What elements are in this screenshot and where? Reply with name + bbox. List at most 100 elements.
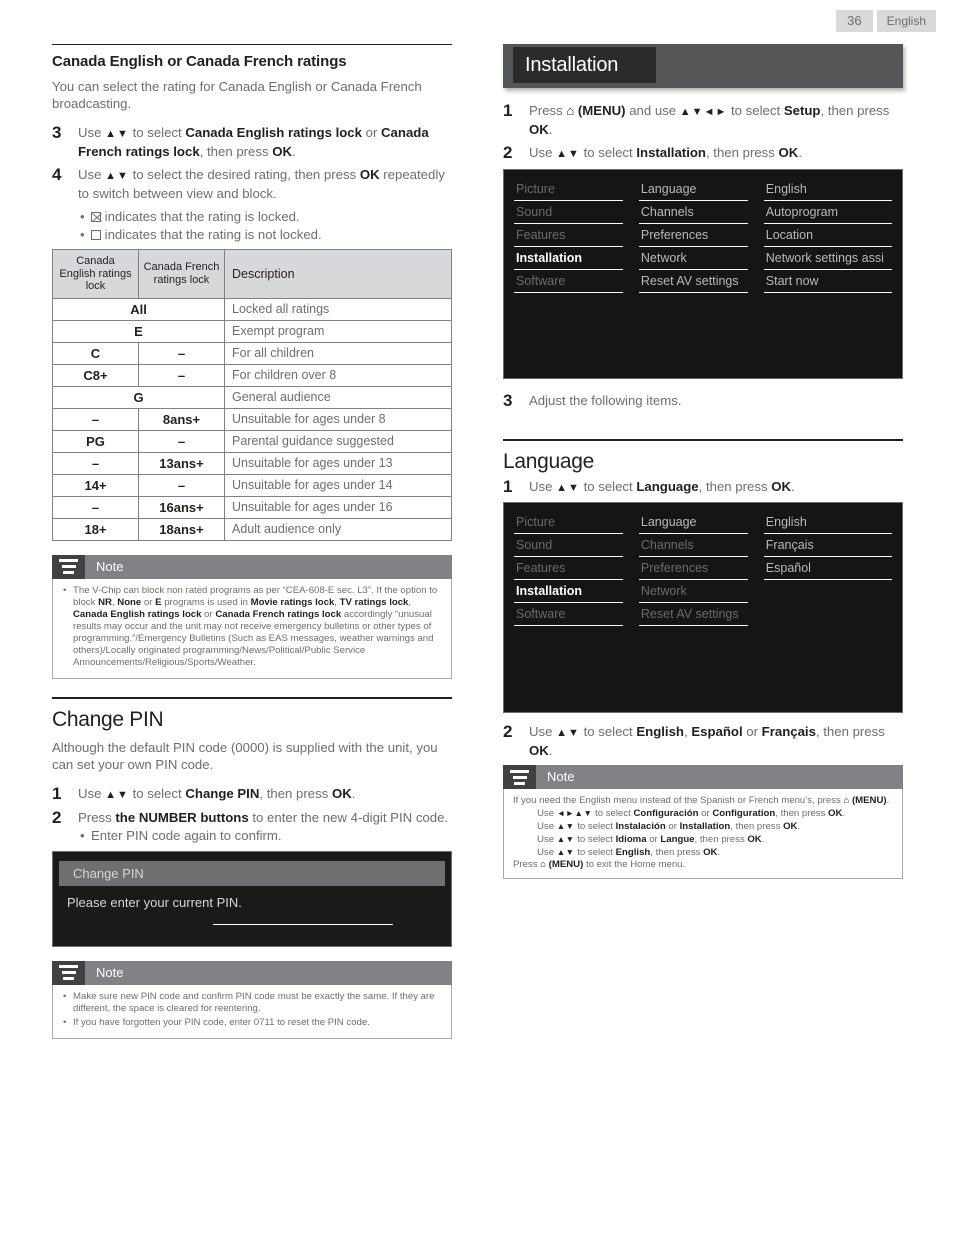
note-line: Use ◄►▲▼ to select Configuración or Conf… bbox=[537, 808, 846, 819]
step-text: Use ▲▼ to select the desired rating, the… bbox=[78, 167, 445, 201]
pin-step-2: 2 Press the NUMBER buttons to enter the … bbox=[52, 808, 452, 827]
note-block-vchip: Note The V-Chip can block non rated prog… bbox=[52, 554, 452, 679]
note-title: Note bbox=[547, 769, 575, 784]
step-4: 4 Use ▲▼ to select the desired rating, t… bbox=[52, 166, 452, 203]
section-intro-canada-ratings: You can select the rating for Canada Eng… bbox=[52, 79, 422, 111]
step-number: 2 bbox=[503, 722, 513, 741]
rating-description: Adult audience only bbox=[224, 517, 452, 541]
rating-code-french: – bbox=[138, 473, 225, 497]
tv-menu-item[interactable]: Features bbox=[514, 224, 623, 247]
table-row: –8ans+ Unsuitable for ages under 8 bbox=[52, 407, 452, 431]
tv-menu-item[interactable]: Preferences bbox=[638, 557, 748, 580]
column-header-french: Canada French ratings lock bbox=[138, 249, 225, 299]
tv-menu-item[interactable]: Sound bbox=[514, 534, 623, 557]
tv-menu-item[interactable]: Software bbox=[514, 603, 623, 626]
divider bbox=[52, 44, 452, 45]
tv-menu-item[interactable]: Network bbox=[638, 247, 748, 270]
tv-menu-item[interactable]: Software bbox=[514, 270, 623, 293]
tv-menu-item[interactable]: Network settings assi bbox=[763, 247, 892, 270]
step-text: Use ▲▼ to select English, Español or Fra… bbox=[529, 724, 885, 758]
tv-menu-item[interactable]: Installation bbox=[514, 580, 623, 603]
banner-title: Installation bbox=[525, 54, 619, 76]
tv-menu-column-1: Picture Sound Features Installation Software bbox=[514, 178, 623, 293]
table-row: 14+ – Unsuitable for ages under 14 bbox=[52, 473, 452, 497]
table-row: E Exempt program bbox=[52, 319, 452, 343]
language-step-2: 2 Use ▲▼ to select English, Español or F… bbox=[503, 723, 903, 760]
tv-menu-item[interactable]: Language bbox=[638, 511, 748, 534]
rating-icon-legend: indicates that the rating is locked. ind… bbox=[78, 208, 452, 244]
step-text: Use ▲▼ to select Installation, then pres… bbox=[529, 145, 802, 160]
step-text: Use ▲▼ to select Canada English ratings … bbox=[78, 125, 429, 159]
tv-menu-item[interactable]: Channels bbox=[638, 201, 748, 224]
tv-menu-item[interactable]: Features bbox=[514, 557, 623, 580]
rating-code-english: PG bbox=[52, 429, 139, 453]
note-line: Use ▲▼ to select Idioma or Langue, then … bbox=[537, 834, 765, 845]
page-language-label: English bbox=[876, 10, 936, 32]
step-text: Press ⌂ (MENU) and use ▲▼◄► to select Se… bbox=[529, 103, 890, 137]
tv-menu-item[interactable]: Reset AV settings bbox=[638, 270, 748, 293]
table-row: All Locked all ratings bbox=[52, 297, 452, 321]
legend-text: indicates that the rating is not locked. bbox=[104, 227, 322, 242]
tv-menu-item[interactable]: English bbox=[763, 511, 892, 534]
table-row: –13ans+ Unsuitable for ages under 13 bbox=[52, 451, 452, 475]
rating-description: Unsuitable for ages under 14 bbox=[224, 473, 452, 497]
step-number: 3 bbox=[503, 391, 513, 410]
rating-description: Exempt program bbox=[224, 319, 452, 343]
pin-substep-item: Enter PIN code again to confirm. bbox=[78, 827, 452, 845]
step-text: Press the NUMBER buttons to enter the ne… bbox=[78, 809, 449, 825]
tv-menu-item[interactable]: English bbox=[763, 178, 892, 201]
tv-menu-item[interactable]: Language bbox=[638, 178, 748, 201]
tv-menu-item[interactable]: Preferences bbox=[638, 224, 748, 247]
note-body: If you need the English menu instead of … bbox=[503, 789, 903, 879]
checkbox-empty-icon bbox=[91, 230, 101, 240]
rating-code-french: 16ans+ bbox=[138, 495, 225, 519]
tv-menu-item[interactable]: Picture bbox=[514, 511, 623, 534]
table-body: All Locked all ratings E Exempt program C – Fo… bbox=[52, 297, 452, 541]
tv-menu-item[interactable]: Installation bbox=[514, 247, 623, 270]
table-row: PG – Parental guidance suggested bbox=[52, 429, 452, 453]
table-row: C8+ – For children over 8 bbox=[52, 363, 452, 387]
rating-code-french: 8ans+ bbox=[138, 407, 225, 431]
rating-code-combined: G bbox=[52, 385, 225, 409]
divider bbox=[503, 439, 903, 441]
tv-menu-item[interactable]: Français bbox=[763, 534, 892, 557]
tv-menu-item[interactable]: Channels bbox=[638, 534, 748, 557]
rating-code-french: – bbox=[138, 363, 225, 387]
checkbox-checked-icon bbox=[91, 212, 101, 222]
note-header: Note bbox=[503, 765, 903, 789]
tv-menu-language: Picture Sound Features Installation Software… bbox=[503, 502, 903, 713]
tv-menu-columns: Picture Sound Features Installation Software… bbox=[504, 170, 902, 293]
tv-menu-column-3: English Autoprogram Location Network settin… bbox=[763, 178, 892, 293]
rating-description: For children over 8 bbox=[224, 363, 452, 387]
rating-code-english: C8+ bbox=[52, 363, 139, 387]
tv-menu-columns: Picture Sound Features Installation Software… bbox=[504, 503, 902, 626]
section-title-language: Language bbox=[503, 450, 595, 473]
page-header: 36 English bbox=[836, 10, 936, 32]
table-row: C – For all children bbox=[52, 341, 452, 365]
note-icon bbox=[503, 765, 536, 789]
install-step-2: 2 Use ▲▼ to select Installation, then pr… bbox=[503, 144, 903, 163]
tv-menu-item[interactable]: Network bbox=[638, 580, 748, 603]
note-line: Press ⌂ (MENU) to exit the Home menu. bbox=[513, 859, 686, 870]
step-3: 3 Use ▲▼ to select Canada English rating… bbox=[52, 124, 452, 161]
install-step-3: 3 Adjust the following items. bbox=[503, 392, 903, 410]
tv-menu-item[interactable]: Picture bbox=[514, 178, 623, 201]
rating-description: Parental guidance suggested bbox=[224, 429, 452, 453]
tv-menu-item[interactable]: Start now bbox=[763, 270, 892, 293]
dialog-title-bar[interactable]: Change PIN bbox=[59, 860, 445, 886]
tv-menu-item[interactable]: Reset AV settings bbox=[638, 603, 748, 626]
legend-text: indicates that the rating is locked. bbox=[104, 209, 300, 224]
tv-menu-item[interactable]: Español bbox=[763, 557, 892, 580]
tv-menu-item[interactable]: Autoprogram bbox=[763, 201, 892, 224]
step-text: Adjust the following items. bbox=[529, 393, 682, 408]
tv-menu-item[interactable]: Sound bbox=[514, 201, 623, 224]
rating-code-french: – bbox=[138, 429, 225, 453]
step-text: Use ▲▼ to select Language, then press OK… bbox=[529, 479, 795, 494]
note-body: The V-Chip can block non rated programs … bbox=[52, 578, 452, 679]
step-text: Use ▲▼ to select Change PIN, then press … bbox=[78, 785, 356, 801]
tv-menu-item[interactable]: Location bbox=[763, 224, 892, 247]
rating-code-french: 18ans+ bbox=[138, 517, 225, 541]
section-title-change-pin: Change PIN bbox=[52, 707, 164, 731]
rating-code-combined: E bbox=[52, 319, 225, 343]
pin-input-field[interactable] bbox=[213, 923, 393, 925]
